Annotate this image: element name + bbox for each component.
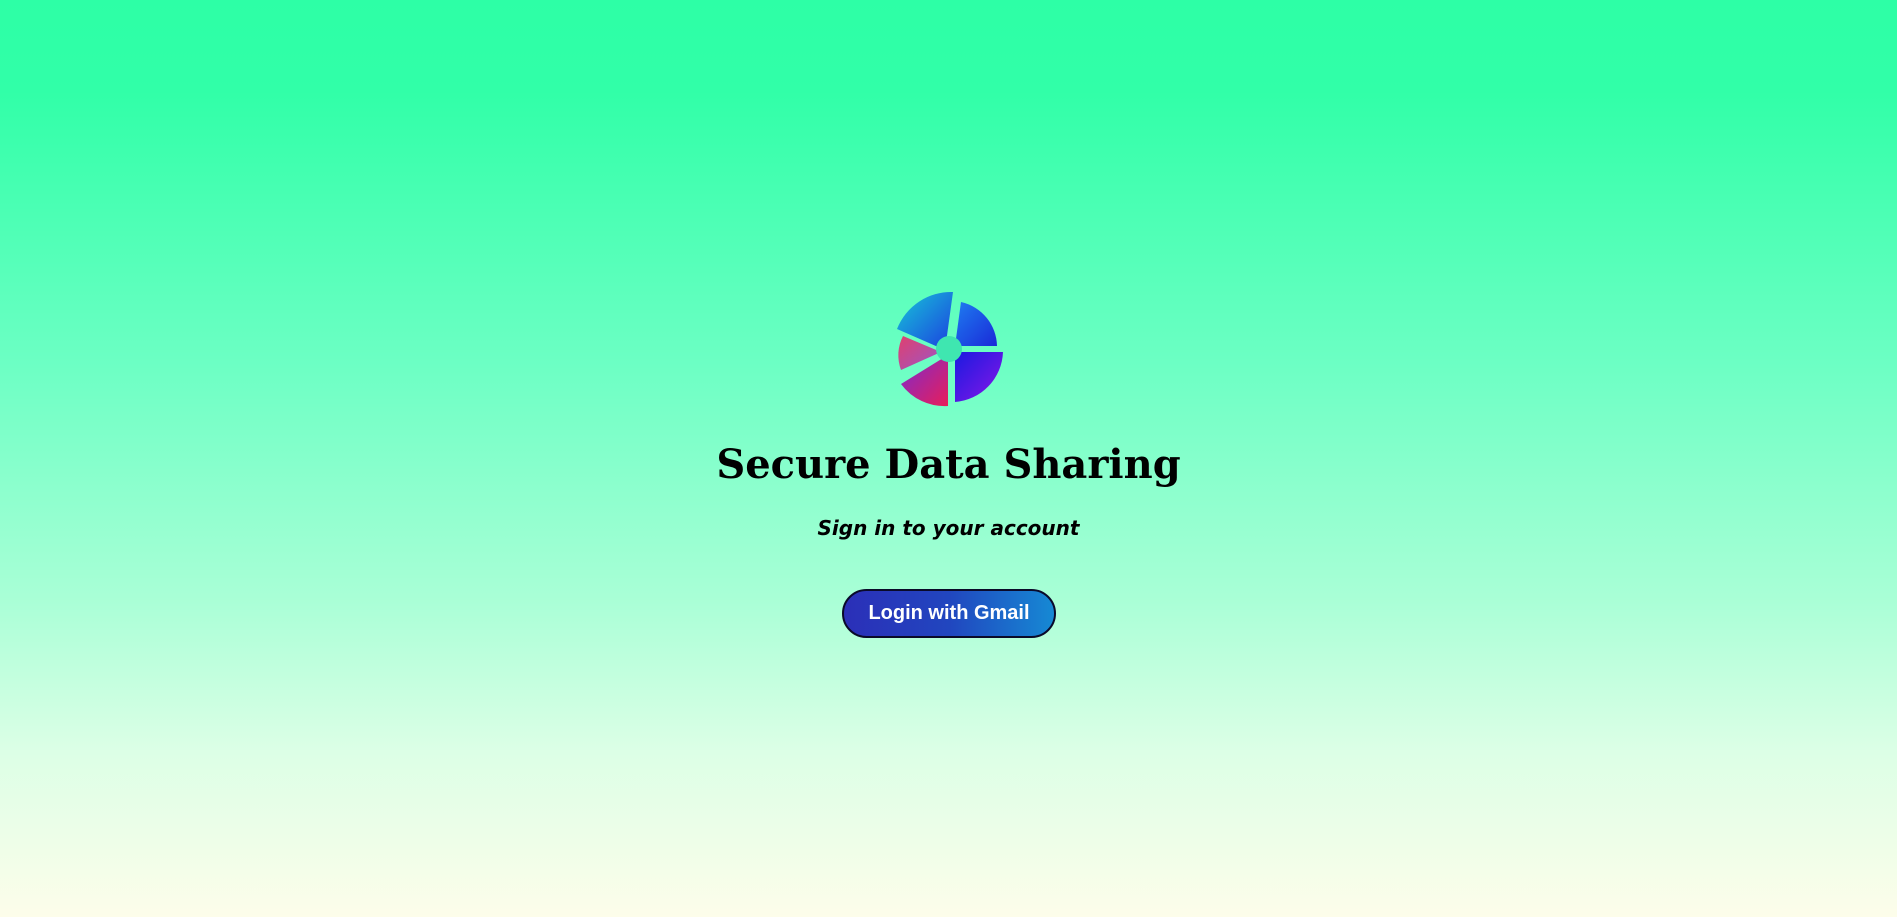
login-page: Secure Data Sharing Sign in to your acco… [0, 0, 1897, 917]
page-subtitle: Sign in to your account [817, 516, 1080, 540]
app-logo [889, 288, 1011, 410]
login-with-gmail-button[interactable]: Login with Gmail [842, 589, 1056, 638]
page-title: Secure Data Sharing [716, 441, 1181, 488]
shutter-logo-icon [897, 291, 1003, 407]
